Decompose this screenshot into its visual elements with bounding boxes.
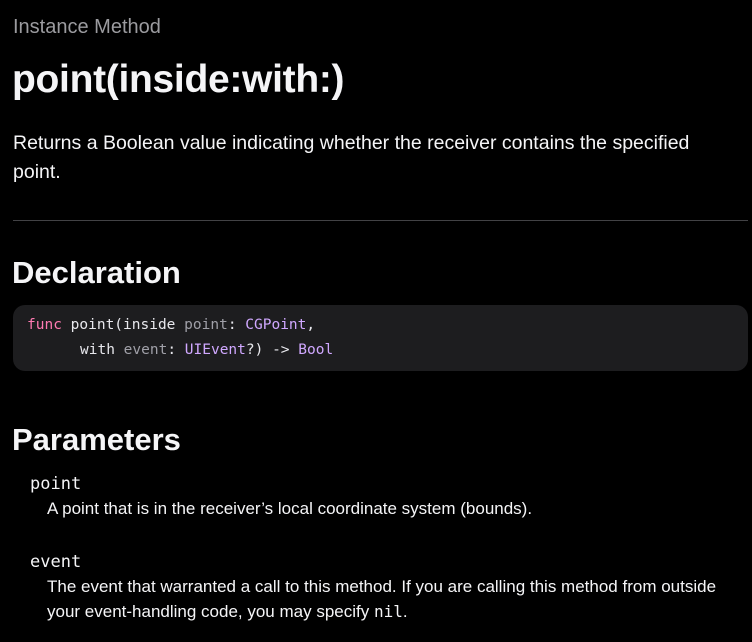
parameters-heading: Parameters bbox=[12, 422, 181, 457]
page-title: point(inside:with:) bbox=[12, 58, 345, 101]
code-type-link[interactable]: UIEvent bbox=[185, 342, 246, 358]
parameter-description: The event that warranted a call to this … bbox=[47, 575, 747, 624]
code-return-arrow: ?) -> bbox=[245, 342, 299, 358]
code-colon: : bbox=[167, 342, 185, 358]
code-keyword: func bbox=[27, 317, 62, 333]
code-line-2: with event: UIEvent?) -> Bool bbox=[80, 340, 333, 360]
code-trail: , bbox=[306, 317, 316, 333]
code-arg-label: with bbox=[80, 342, 124, 358]
declaration-code-block: func point(inside point: CGPoint, with e… bbox=[13, 305, 748, 371]
code-param-name: event bbox=[123, 342, 168, 358]
code-line-1: func point(inside point: CGPoint, bbox=[27, 315, 315, 335]
parameter-description-end: . bbox=[402, 601, 408, 621]
section-divider bbox=[13, 220, 748, 221]
declaration-heading: Declaration bbox=[12, 255, 181, 290]
parameter-name: event bbox=[30, 552, 82, 572]
eyebrow-label: Instance Method bbox=[13, 16, 161, 38]
inline-code-nil: nil bbox=[373, 601, 403, 621]
code-colon: : bbox=[227, 317, 246, 333]
code-method-name: point(inside bbox=[70, 317, 185, 333]
abstract-text: Returns a Boolean value indicating wheth… bbox=[13, 132, 690, 183]
code-return-type-link[interactable]: Bool bbox=[298, 342, 333, 358]
code-param-name: point bbox=[184, 317, 228, 333]
parameter-description: A point that is in the receiver’s local … bbox=[47, 499, 533, 518]
parameter-name: point bbox=[30, 474, 82, 494]
code-type-link[interactable]: CGPoint bbox=[245, 317, 306, 333]
